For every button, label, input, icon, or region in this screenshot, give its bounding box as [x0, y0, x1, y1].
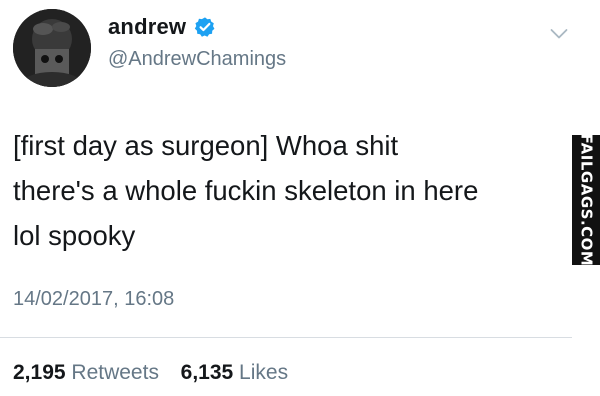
- verified-badge-icon: [194, 16, 216, 38]
- likes-label: Likes: [239, 361, 289, 384]
- retweets-stat[interactable]: 2,195 Retweets: [13, 361, 165, 384]
- tweet-card: andrew @AndrewChamings [first day as sur…: [0, 0, 600, 396]
- likes-count: 6,135: [180, 361, 234, 384]
- watermark-text: FAILGAGS.COM: [577, 133, 596, 267]
- user-name-row: andrew: [108, 14, 216, 40]
- display-name[interactable]: andrew: [108, 14, 186, 40]
- chevron-down-icon[interactable]: [550, 28, 568, 40]
- retweets-label: Retweets: [71, 361, 159, 384]
- tweet-text: [first day as surgeon] Whoa shit there's…: [13, 130, 479, 251]
- likes-stat[interactable]: 6,135 Likes: [181, 361, 288, 384]
- tweet-timestamp[interactable]: 14/02/2017, 16:08: [13, 288, 174, 311]
- divider: [0, 337, 572, 338]
- user-handle[interactable]: @AndrewChamings: [108, 48, 286, 71]
- tweet-stats: 2,195 Retweets 6,135 Likes: [13, 361, 288, 385]
- retweets-count: 2,195: [13, 361, 66, 384]
- watermark: FAILGAGS.COM: [572, 133, 600, 267]
- avatar[interactable]: [13, 9, 91, 87]
